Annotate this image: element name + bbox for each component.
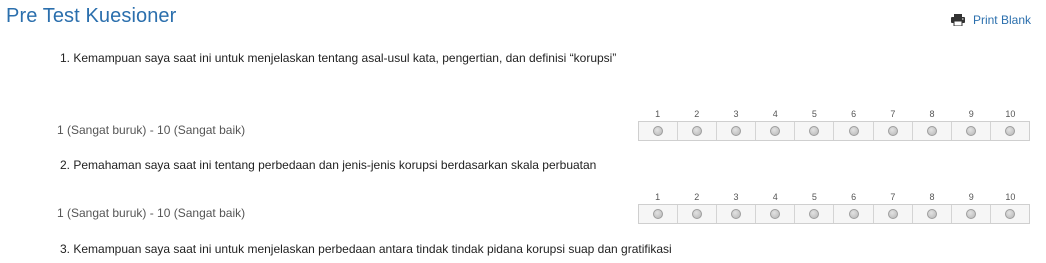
question-2-text: 2. Pemahaman saya saat ini tentang perbe… xyxy=(60,158,597,172)
questionnaire-page: Pre Test Kuesioner Print Blank 1. Kemamp… xyxy=(0,0,1046,263)
radio-button[interactable] xyxy=(692,126,703,136)
radio-button[interactable] xyxy=(809,209,820,219)
radio-button[interactable] xyxy=(1004,126,1015,136)
rating-option-8[interactable] xyxy=(913,205,952,223)
rating-number-10: 10 xyxy=(1005,192,1016,202)
rating-number-3: 3 xyxy=(733,192,739,202)
rating-option-6[interactable] xyxy=(834,205,874,223)
rating-option-2[interactable] xyxy=(678,122,718,140)
rating-option-9[interactable] xyxy=(952,122,991,140)
radio-button[interactable] xyxy=(692,209,703,219)
rating-option-4[interactable] xyxy=(756,122,796,140)
radio-button[interactable] xyxy=(965,209,976,219)
rating-number-1: 1 xyxy=(655,192,661,202)
question-1-scale-label: 1 (Sangat buruk) - 10 (Sangat baik) xyxy=(57,123,246,137)
question-3-text: 3. Kemampuan saya saat ini untuk menjela… xyxy=(60,242,672,256)
rating-number-5: 5 xyxy=(811,109,817,119)
radio-button[interactable] xyxy=(926,209,937,219)
radio-button[interactable] xyxy=(848,209,859,219)
rating-option-9[interactable] xyxy=(952,205,991,223)
radio-button[interactable] xyxy=(887,209,898,219)
printer-icon xyxy=(950,14,965,26)
rating-number-3: 3 xyxy=(733,109,739,119)
question-1-rating-numbers: 1 2 3 4 5 6 7 8 9 10 xyxy=(638,107,1030,121)
print-blank-link[interactable]: Print Blank xyxy=(950,13,1031,27)
radio-button[interactable] xyxy=(809,126,820,136)
rating-number-4: 4 xyxy=(772,192,778,202)
radio-button[interactable] xyxy=(653,126,664,136)
rating-option-7[interactable] xyxy=(874,122,913,140)
radio-button[interactable] xyxy=(770,209,781,219)
question-2-rating: 1 2 3 4 5 6 7 8 9 10 xyxy=(638,190,1030,224)
rating-number-8: 8 xyxy=(929,109,935,119)
rating-option-10[interactable] xyxy=(991,205,1029,223)
rating-option-10[interactable] xyxy=(991,122,1029,140)
rating-option-1[interactable] xyxy=(639,205,679,223)
rating-option-1[interactable] xyxy=(639,122,679,140)
radio-button[interactable] xyxy=(848,126,859,136)
radio-button[interactable] xyxy=(965,126,976,136)
radio-button[interactable] xyxy=(653,209,664,219)
question-2-rating-numbers: 1 2 3 4 5 6 7 8 9 10 xyxy=(638,190,1030,204)
question-1-rating: 1 2 3 4 5 6 7 8 9 10 xyxy=(638,107,1030,141)
rating-option-4[interactable] xyxy=(756,205,796,223)
rating-option-5[interactable] xyxy=(795,205,835,223)
radio-button[interactable] xyxy=(1004,209,1015,219)
rating-number-4: 4 xyxy=(772,109,778,119)
page-title: Pre Test Kuesioner xyxy=(6,5,177,27)
rating-number-10: 10 xyxy=(1005,109,1016,119)
rating-option-8[interactable] xyxy=(913,122,952,140)
question-2-rating-options xyxy=(638,204,1030,224)
rating-option-5[interactable] xyxy=(795,122,835,140)
radio-button[interactable] xyxy=(926,126,937,136)
rating-number-9: 9 xyxy=(968,109,974,119)
rating-number-7: 7 xyxy=(890,192,896,202)
rating-number-5: 5 xyxy=(811,192,817,202)
radio-button[interactable] xyxy=(770,126,781,136)
rating-option-3[interactable] xyxy=(717,205,757,223)
rating-number-2: 2 xyxy=(694,192,700,202)
question-2-scale-label: 1 (Sangat buruk) - 10 (Sangat baik) xyxy=(57,206,246,220)
radio-button[interactable] xyxy=(887,126,898,136)
rating-number-8: 8 xyxy=(929,192,935,202)
rating-number-2: 2 xyxy=(694,109,700,119)
rating-option-3[interactable] xyxy=(717,122,757,140)
rating-option-7[interactable] xyxy=(874,205,913,223)
question-1-rating-options xyxy=(638,121,1030,141)
rating-option-2[interactable] xyxy=(678,205,718,223)
radio-button[interactable] xyxy=(731,126,742,136)
radio-button[interactable] xyxy=(731,209,742,219)
question-1-text: 1. Kemampuan saya saat ini untuk menjela… xyxy=(60,51,617,65)
rating-number-7: 7 xyxy=(890,109,896,119)
rating-option-6[interactable] xyxy=(834,122,874,140)
rating-number-6: 6 xyxy=(851,109,857,119)
rating-number-9: 9 xyxy=(968,192,974,202)
print-blank-label: Print Blank xyxy=(972,13,1031,27)
rating-number-1: 1 xyxy=(655,109,661,119)
rating-number-6: 6 xyxy=(851,192,857,202)
